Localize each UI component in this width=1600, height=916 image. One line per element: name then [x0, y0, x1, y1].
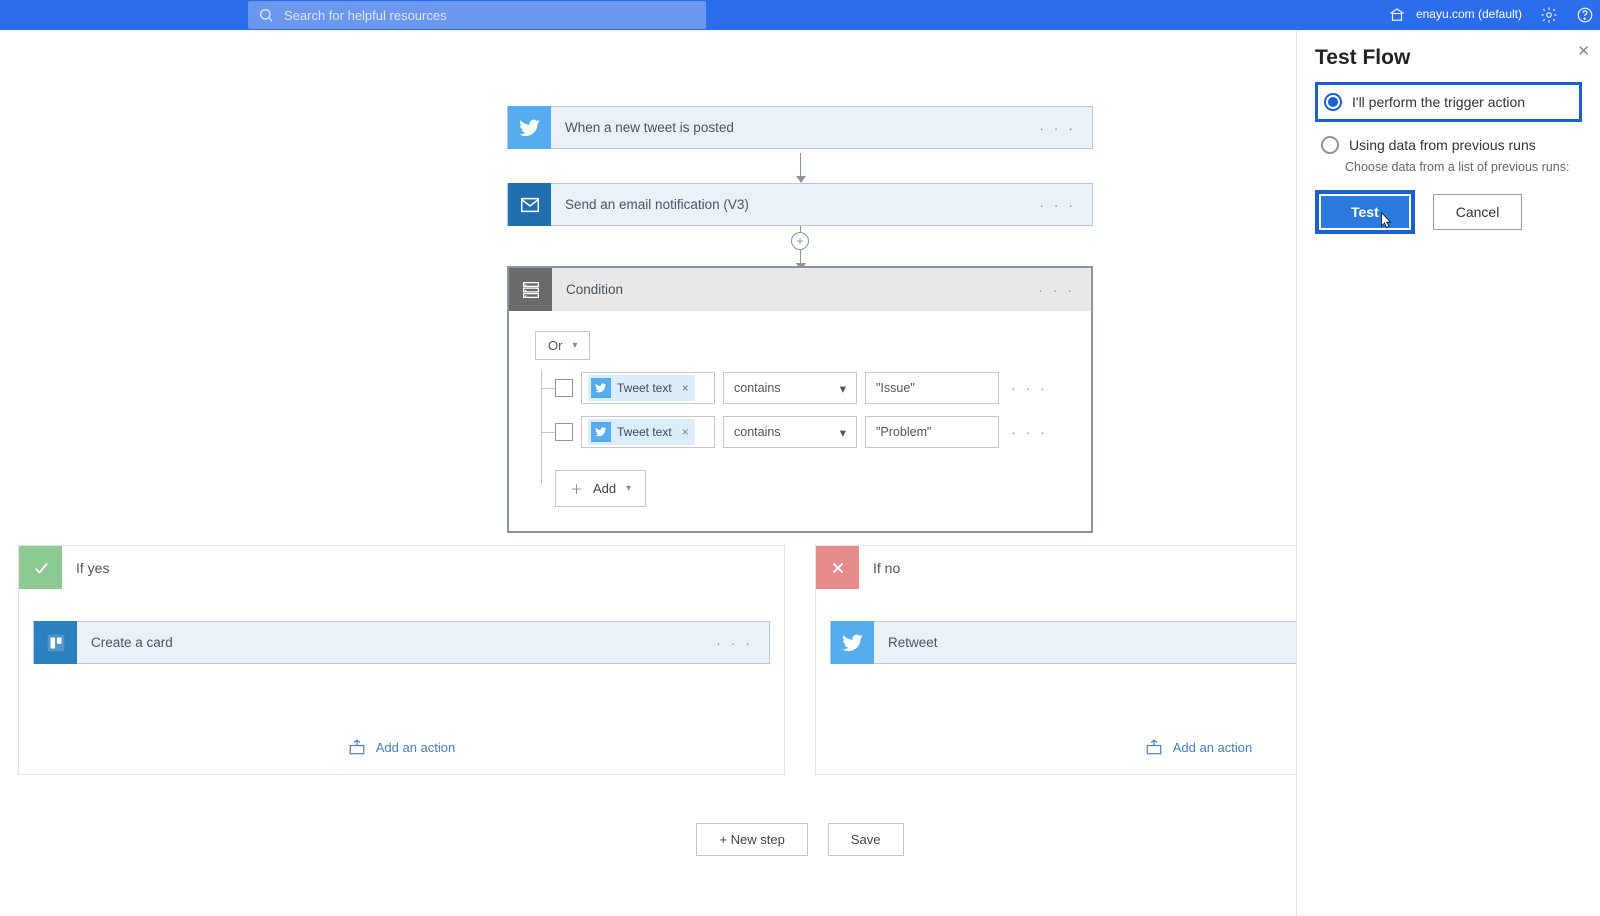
rule-value-input[interactable]: "Issue" — [865, 372, 999, 404]
plus-icon: ＋ — [570, 479, 583, 498]
condition-icon — [509, 268, 552, 311]
trello-icon — [34, 621, 77, 664]
row-select-checkbox[interactable] — [555, 379, 573, 397]
action-step-email[interactable]: Send an email notification (V3) · · · — [507, 183, 1093, 226]
environment-icon — [1388, 6, 1406, 24]
condition-rule-row: Tweet text × contains ▾ "Problem" · · · — [555, 414, 1065, 450]
close-icon[interactable]: ✕ — [1577, 42, 1590, 60]
operator-value: contains — [734, 425, 781, 439]
row-menu-icon[interactable]: · · · — [1007, 380, 1048, 396]
trigger-step[interactable]: When a new tweet is posted · · · — [507, 106, 1093, 149]
save-button[interactable]: Save — [828, 823, 904, 856]
search-input[interactable] — [282, 7, 696, 24]
environment-picker[interactable]: enayu.com (default) — [1388, 6, 1522, 24]
test-button[interactable]: Test — [1315, 190, 1415, 234]
rule-operator-dropdown[interactable]: contains ▾ — [723, 372, 857, 404]
branch-yes-step[interactable]: Create a card · · · — [33, 621, 770, 664]
token-remove-icon[interactable]: × — [678, 425, 689, 439]
rule-value: "Problem" — [876, 425, 931, 439]
panel-title: Test Flow — [1315, 46, 1582, 70]
twitter-icon — [591, 378, 611, 398]
branch-yes-label: If yes — [62, 560, 109, 576]
add-action-label: Add an action — [376, 740, 456, 755]
condition-step[interactable]: Condition · · · Or ▾ Tweet text — [507, 266, 1093, 533]
twitter-icon — [591, 422, 611, 442]
branch-step-title: Retweet — [874, 635, 938, 650]
token-label: Tweet text — [617, 425, 672, 439]
radio-label: Using data from previous runs — [1349, 137, 1536, 153]
chevron-down-icon: ▾ — [840, 381, 846, 396]
add-action-icon — [1145, 738, 1163, 756]
new-step-button[interactable]: + New step — [696, 823, 807, 856]
condition-title: Condition — [552, 282, 623, 297]
new-step-label: + New step — [719, 832, 784, 847]
connector-arrow — [800, 153, 801, 179]
chevron-down-icon: ▾ — [840, 425, 846, 440]
trigger-title: When a new tweet is posted — [551, 120, 734, 135]
test-button-label: Test — [1321, 196, 1409, 228]
token-remove-icon[interactable]: × — [678, 381, 689, 395]
condition-body: Or ▾ Tweet text × — [509, 311, 1091, 531]
check-icon — [19, 546, 62, 589]
operator-value: contains — [734, 381, 781, 395]
add-action-button[interactable]: Add an action — [19, 738, 784, 756]
action-title: Send an email notification (V3) — [551, 197, 749, 212]
dynamic-token[interactable]: Tweet text × — [588, 375, 695, 401]
row-menu-icon[interactable]: · · · — [1007, 424, 1048, 440]
step-menu-icon[interactable]: · · · — [716, 635, 753, 651]
step-menu-icon[interactable]: · · · — [1038, 282, 1075, 298]
rule-left-operand[interactable]: Tweet text × — [581, 372, 715, 404]
radio-option-manual[interactable]: I'll perform the trigger action — [1315, 82, 1582, 122]
x-icon — [816, 546, 859, 589]
add-action-icon — [348, 738, 366, 756]
condition-rule-row: Tweet text × contains ▾ "Issue" · · · — [555, 370, 1065, 406]
radio-icon — [1324, 93, 1342, 111]
rule-operator-dropdown[interactable]: contains ▾ — [723, 416, 857, 448]
app-header: enayu.com (default) — [0, 0, 1600, 30]
radio-option-note: Choose data from a list of previous runs… — [1315, 160, 1582, 174]
help-icon[interactable] — [1576, 6, 1594, 24]
rule-left-operand[interactable]: Tweet text × — [581, 416, 715, 448]
twitter-icon — [508, 106, 551, 149]
cancel-button[interactable]: Cancel — [1433, 194, 1523, 230]
step-menu-icon[interactable]: · · · — [1039, 120, 1076, 136]
search-icon — [258, 7, 274, 23]
logic-value: Or — [548, 338, 562, 353]
branch-yes-header: If yes — [19, 546, 784, 589]
rule-value-input[interactable]: "Problem" — [865, 416, 999, 448]
radio-option-previous[interactable]: Using data from previous runs — [1315, 128, 1582, 162]
dynamic-token[interactable]: Tweet text × — [588, 419, 695, 445]
row-select-checkbox[interactable] — [555, 423, 573, 441]
add-rule-label: Add — [593, 481, 616, 496]
email-icon — [508, 183, 551, 226]
rule-value: "Issue" — [876, 381, 915, 395]
radio-icon — [1321, 136, 1339, 154]
branch-yes: If yes Create a card · · · Add an action — [18, 545, 785, 775]
gear-icon[interactable] — [1540, 6, 1558, 24]
chevron-down-icon: ▾ — [572, 340, 577, 351]
search-box[interactable] — [248, 1, 706, 29]
step-menu-icon[interactable]: · · · — [1039, 197, 1076, 213]
cancel-button-label: Cancel — [1456, 204, 1500, 220]
add-action-label: Add an action — [1173, 740, 1253, 755]
logic-dropdown[interactable]: Or ▾ — [535, 331, 590, 360]
environment-line2: enayu.com (default) — [1416, 8, 1522, 21]
test-flow-panel: ✕ Test Flow I'll perform the trigger act… — [1296, 30, 1600, 916]
branch-step-title: Create a card — [77, 635, 173, 650]
token-label: Tweet text — [617, 381, 672, 395]
branch-no-label: If no — [859, 560, 900, 576]
add-rule-button[interactable]: ＋ Add ▾ — [555, 470, 646, 507]
insert-step-button[interactable]: + — [791, 232, 809, 250]
save-label: Save — [851, 832, 881, 847]
twitter-icon — [831, 621, 874, 664]
header-right: enayu.com (default) — [1388, 0, 1594, 30]
chevron-down-icon: ▾ — [626, 483, 631, 494]
radio-label: I'll perform the trigger action — [1352, 94, 1525, 110]
